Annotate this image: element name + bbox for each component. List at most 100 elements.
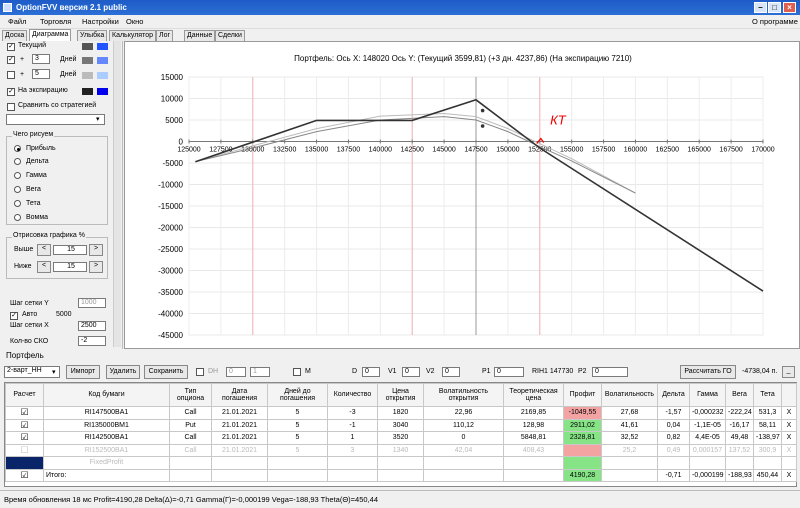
expiry-checkbox[interactable]: ✓ — [7, 88, 15, 96]
tab-board[interactable]: Доска — [2, 30, 28, 41]
radio-vomma[interactable] — [14, 214, 21, 221]
table-row[interactable]: ☑ RI135000BM1 Put 21.01.2021 5 -1 3040 110,12 12… — [5, 418, 797, 432]
above-increase-button[interactable]: > — [89, 244, 103, 256]
tab-smile[interactable]: Улыбка — [77, 30, 108, 41]
tab-log[interactable]: Лог — [156, 30, 174, 41]
tab-calculator[interactable]: Калькулятор — [109, 30, 156, 41]
column-header[interactable]: Вега — [725, 383, 754, 407]
table-row[interactable]: ☑ RI142500BA1 Call 21.01.2021 5 1 3520 0 5848,81… — [5, 431, 797, 445]
v2-input[interactable]: 0 — [442, 367, 460, 377]
left-scrollbar[interactable] — [113, 41, 121, 347]
column-header[interactable]: Профит — [563, 383, 602, 407]
total-label: Итого: — [43, 468, 170, 482]
expiry-color-2[interactable] — [97, 88, 108, 95]
column-header[interactable]: Дней до погашения — [267, 383, 328, 407]
radio-gamma[interactable] — [14, 172, 21, 179]
column-header[interactable]: Количество — [327, 383, 378, 407]
grid-x-input[interactable]: 2500 — [78, 321, 106, 331]
current-color-1[interactable] — [82, 43, 93, 50]
p1-input[interactable]: 0 — [494, 367, 524, 377]
go-options-button[interactable]: _ — [782, 366, 795, 378]
expiry-color-1[interactable] — [82, 88, 93, 95]
remove-row-icon[interactable]: X — [781, 406, 797, 420]
below-increase-button[interactable]: > — [89, 261, 103, 273]
menu-settings[interactable]: Настройки — [82, 17, 119, 26]
remove-row-icon[interactable]: X — [781, 418, 797, 432]
tab-diagram[interactable]: Диаграмма — [29, 29, 72, 41]
p2-input[interactable]: 0 — [592, 367, 628, 377]
plus3-checkbox[interactable]: ✓ — [7, 56, 15, 64]
tab-deals[interactable]: Сделки — [215, 30, 245, 41]
below-decrease-button[interactable]: < — [37, 261, 51, 273]
column-header[interactable]: Расчет — [5, 383, 44, 407]
menu-file[interactable]: Файл — [8, 17, 26, 26]
plus3-color-2[interactable] — [97, 57, 108, 64]
save-button[interactable]: Сохранить — [144, 365, 188, 379]
m-checkbox[interactable] — [293, 368, 301, 376]
column-header[interactable]: Тип опциона — [169, 383, 212, 407]
remove-row-icon[interactable]: X — [781, 431, 797, 445]
plus3-color-1[interactable] — [82, 57, 93, 64]
current-color-2[interactable] — [97, 43, 108, 50]
d-input[interactable]: 0 — [362, 367, 380, 377]
close-button[interactable]: × — [783, 2, 796, 13]
remove-row-icon[interactable]: X — [781, 468, 797, 482]
table-row[interactable]: ☐ RI152500BA1 Call 21.01.2021 5 3 1340 42,04 408… — [5, 443, 797, 457]
below-input[interactable]: 15 — [53, 262, 87, 272]
auto-checkbox[interactable]: ✓ — [10, 312, 18, 320]
radio-profit[interactable] — [14, 145, 21, 152]
row-checkbox[interactable]: ☑ — [5, 406, 44, 420]
radio-theta[interactable] — [14, 200, 21, 207]
days2-label: Дней — [60, 71, 77, 78]
column-header[interactable]: Волатильность открытия — [423, 383, 504, 407]
dh-input-2[interactable]: 1 — [250, 367, 270, 377]
column-header[interactable]: Гамма — [689, 383, 726, 407]
menu-window[interactable]: Окно — [126, 17, 143, 26]
calc-go-button[interactable]: Рассчитать ГО — [680, 365, 736, 379]
column-header[interactable]: Тета — [753, 383, 782, 407]
column-header[interactable] — [781, 383, 797, 407]
row-checkbox[interactable]: ☐ — [5, 443, 44, 457]
total-checkbox[interactable]: ☑ — [5, 468, 44, 482]
compare-select[interactable] — [6, 114, 105, 125]
grid-y-input[interactable]: 1000 — [78, 298, 106, 308]
dh-input-1[interactable]: 0 — [226, 367, 246, 377]
portfolio-dropdown-icon[interactable]: ▾ — [52, 368, 56, 376]
import-button[interactable]: Импорт — [66, 365, 100, 379]
radio-delta[interactable] — [14, 158, 21, 165]
v1-input[interactable]: 0 — [402, 367, 420, 377]
plus5-checkbox[interactable] — [7, 71, 15, 79]
menu-trade[interactable]: Торговля — [40, 17, 71, 26]
current-checkbox[interactable]: ✓ — [7, 43, 15, 51]
column-header[interactable]: Дельта — [657, 383, 690, 407]
column-header[interactable]: Волатильность — [601, 383, 658, 407]
tab-data[interactable]: Данные — [184, 30, 216, 41]
row-checkbox[interactable]: ☑ — [5, 418, 44, 432]
column-header[interactable]: Дата погашения — [211, 383, 268, 407]
column-header[interactable]: Цена открытия — [377, 383, 424, 407]
row-checkbox[interactable]: ☑ — [5, 431, 44, 445]
column-header[interactable]: Код бумаги — [43, 383, 170, 407]
plus5-color-1[interactable] — [82, 72, 93, 79]
dh-label: DH — [208, 368, 219, 375]
remove-row-icon[interactable]: X — [781, 443, 797, 457]
plus5-color-2[interactable] — [97, 72, 108, 79]
days1-input[interactable]: 3 — [32, 54, 50, 64]
column-header[interactable]: Теоретическая цена — [503, 383, 564, 407]
above-label: Выше — [14, 246, 34, 253]
above-decrease-button[interactable]: < — [37, 244, 51, 256]
dh-checkbox[interactable] — [196, 368, 204, 376]
days2-input[interactable]: 5 — [32, 69, 50, 79]
maximize-button[interactable]: □ — [768, 2, 781, 13]
compare-dropdown-icon[interactable]: ▾ — [96, 115, 100, 123]
menu-about[interactable]: О программе — [752, 17, 798, 26]
minimize-button[interactable]: – — [754, 2, 767, 13]
table-row[interactable]: ☑ RI147500BA1 Call 21.01.2021 5 -3 1820 22,96 21… — [5, 406, 797, 420]
radio-theta-label: Тета — [26, 200, 41, 207]
sko-input[interactable]: -2 — [78, 336, 106, 346]
above-input[interactable]: 15 — [53, 245, 87, 255]
compare-checkbox[interactable] — [7, 103, 15, 111]
delete-button[interactable]: Удалить — [106, 365, 140, 379]
radio-vega[interactable] — [14, 186, 21, 193]
fixed-profit-checkbox[interactable] — [5, 456, 44, 470]
